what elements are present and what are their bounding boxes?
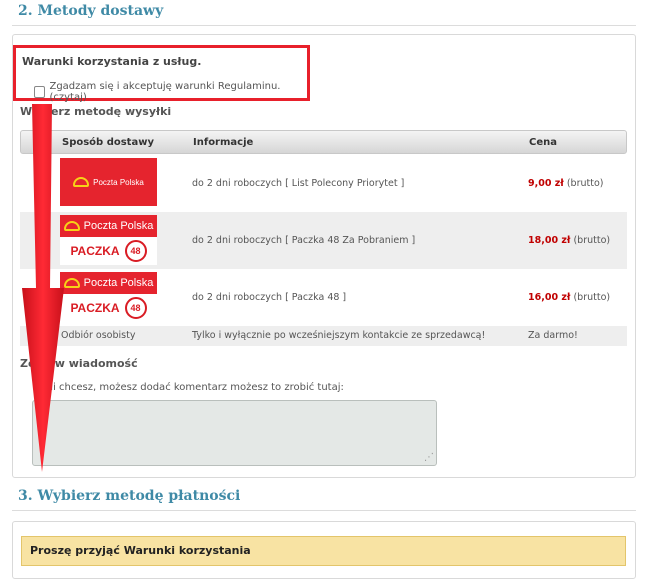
message-hint: Jeśli chcesz, możesz dodać komentarz moż…	[36, 382, 344, 393]
section-heading-delivery: 2. Metody dostawy	[12, 3, 636, 26]
terms-title: Warunki korzystania z usług.	[22, 55, 202, 68]
column-header-price: Cena	[529, 137, 557, 148]
shipping-price: 18,00 zł (brutto)	[528, 235, 611, 246]
paczka48-logo: Poczta Polska PACZKA 48	[60, 272, 157, 322]
terms-warning-alert: Proszę przyjąć Warunki korzystania	[21, 536, 626, 566]
message-label: Zostaw wiadomość	[20, 357, 138, 370]
message-textarea[interactable]	[32, 400, 437, 466]
terms-box: Warunki korzystania z usług. Zgadzam się…	[13, 45, 310, 103]
horn-icon	[63, 278, 80, 288]
shipping-row-odbior[interactable]: Odbiór osobisty Tylko i wyłącznie po wcz…	[20, 326, 627, 346]
poczta-polska-logo: Poczta Polska	[60, 158, 157, 206]
column-header-info: Informacje	[193, 137, 254, 148]
terms-checkbox[interactable]	[34, 86, 46, 98]
section-heading-payment: 3. Wybierz metodę płatności	[12, 488, 636, 511]
horn-icon	[63, 221, 80, 231]
shipping-info: do 2 dni roboczych [ Paczka 48 ]	[192, 292, 347, 303]
terms-checkbox-label[interactable]: Zgadzam się i akceptuję warunki Regulami…	[49, 81, 307, 103]
shipping-row-paczka48-pobranie[interactable]: Poczta Polska PACZKA 48 do 2 dni roboczyc…	[20, 212, 627, 269]
column-header-method: Sposób dostawy	[62, 137, 154, 148]
shipping-name: Odbiór osobisty	[61, 330, 136, 341]
shipping-price: 9,00 zł (brutto)	[528, 178, 604, 189]
horn-icon	[73, 177, 90, 187]
shipping-info: do 2 dni roboczych [ Paczka 48 Za Pobran…	[192, 235, 416, 246]
shipping-method-label: Wybierz metodę wysyłki	[20, 105, 172, 118]
paczka48-logo: Poczta Polska PACZKA 48	[60, 215, 157, 265]
shipping-row-paczka48[interactable]: Poczta Polska PACZKA 48 do 2 dni roboczyc…	[20, 269, 627, 326]
shipping-price: Za darmo!	[528, 330, 578, 341]
terms-row[interactable]: Zgadzam się i akceptuję warunki Regulami…	[34, 81, 307, 103]
resize-grip-icon[interactable]: ⋰	[424, 452, 434, 463]
shipping-info: do 2 dni roboczych [ List Polecony Prior…	[192, 178, 405, 189]
shipping-info: Tylko i wyłącznie po wcześniejszym konta…	[192, 330, 486, 341]
shipping-row-list-polecony[interactable]: Poczta Polska do 2 dni roboczych [ List …	[20, 155, 627, 212]
shipping-price: 16,00 zł (brutto)	[528, 292, 611, 303]
shipping-table-header: Sposób dostawy Informacje Cena	[20, 130, 627, 154]
